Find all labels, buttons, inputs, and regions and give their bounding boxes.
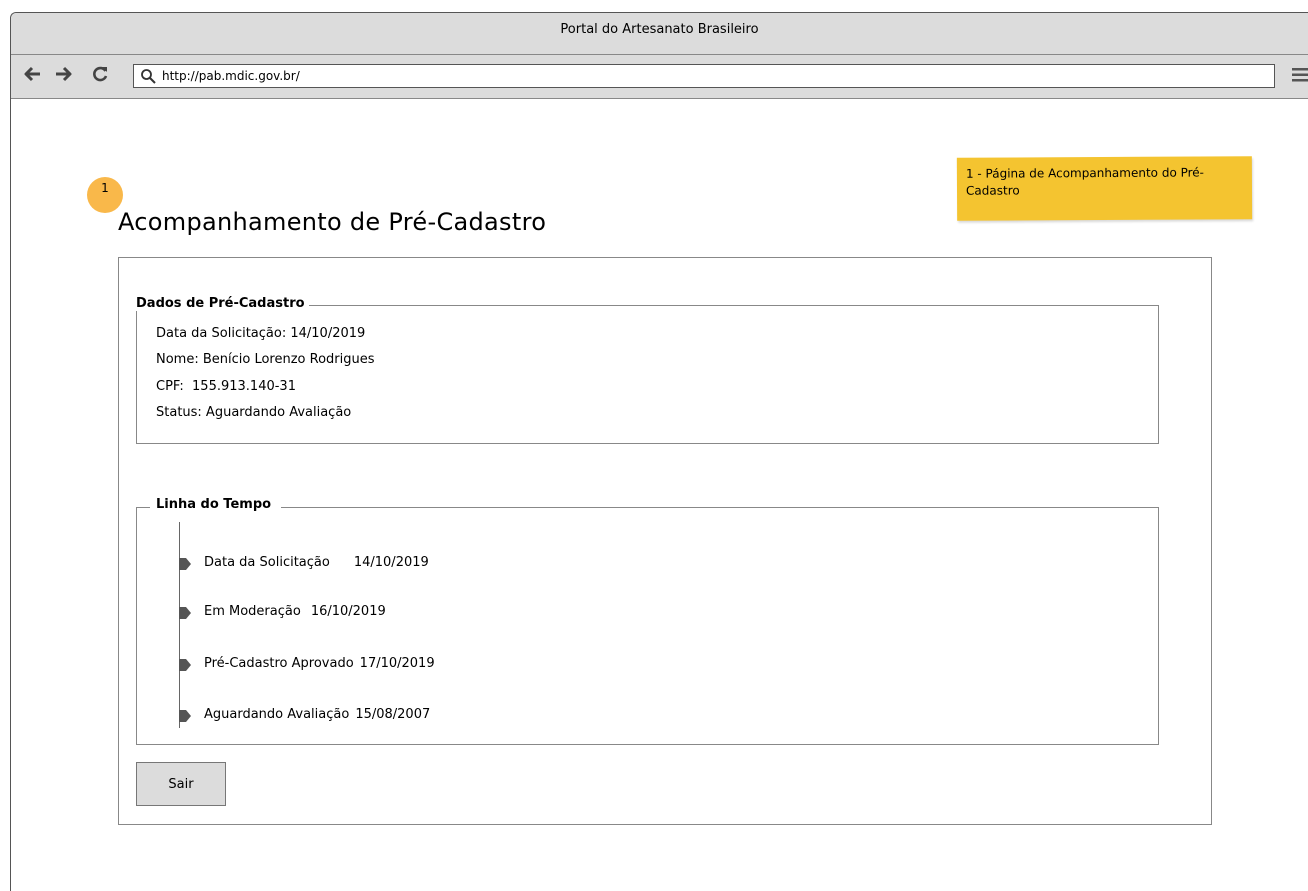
pre-registration-legend: Dados de Pré-Cadastro [136,296,309,311]
timeline-marker-icon [179,710,191,722]
browser-toolbar: http://pab.mdic.gov.br/ [11,55,1308,99]
arrow-left-icon[interactable] [23,65,41,83]
search-icon [141,69,156,84]
exit-button[interactable]: Sair [136,762,226,806]
timeline-marker-icon [179,558,191,570]
status-row: Status: Aguardando Avaliação [156,405,352,420]
timeline-item-label: Aguardando Avaliação [204,707,350,722]
annotation-sticky-note: 1 - Página de Acompanhamento do Pré-Cada… [956,156,1253,221]
cpf-row: CPF: 155.913.140-31 [156,379,296,394]
timeline-item-label: Data da Solicitação [204,555,330,570]
name-row: Nome: Benício Lorenzo Rodrigues [156,352,375,367]
timeline-legend: Linha do Tempo [150,497,282,512]
request-date-row: Data da Solicitação: 14/10/2019 [156,326,366,341]
timeline-item-date: 14/10/2019 [353,555,429,570]
hamburger-menu-icon[interactable] [1292,67,1308,83]
address-bar[interactable]: http://pab.mdic.gov.br/ [133,64,1275,88]
annotation-badge: 1 [87,177,123,213]
timeline-item-label: Em Moderação [204,604,301,619]
timeline-item-date: 15/08/2007 [355,707,431,722]
timeline-marker-icon [179,607,191,619]
timeline-item-date: 17/10/2019 [359,656,435,671]
timeline-item-date: 16/10/2019 [310,604,386,619]
arrow-right-icon[interactable] [55,65,73,83]
window-title: Portal do Artesanato Brasileiro [11,13,1308,55]
page-title: Acompanhamento de Pré-Cadastro [118,208,547,236]
timeline-item-label: Pré-Cadastro Aprovado [204,656,354,671]
timeline-marker-icon [179,659,191,671]
url-text: http://pab.mdic.gov.br/ [162,69,300,83]
timeline-axis [179,522,180,728]
reload-icon[interactable] [91,65,109,83]
